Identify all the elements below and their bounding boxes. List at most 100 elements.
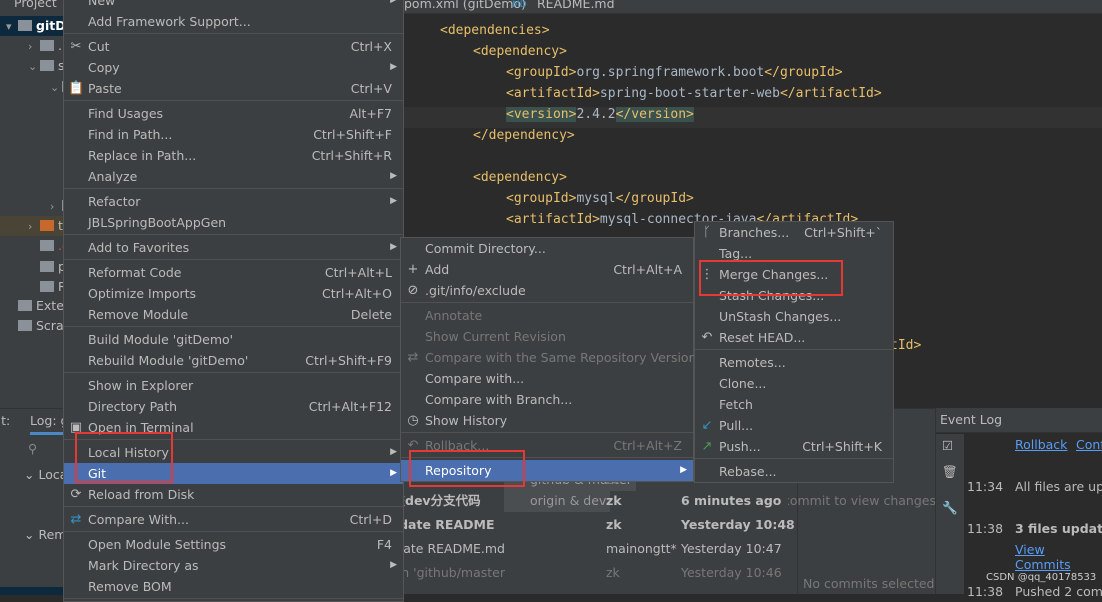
menu-item-cut[interactable]: ✂ Cut Ctrl+X xyxy=(64,36,403,57)
menu-item-commit-directory[interactable]: Commit Directory... xyxy=(401,238,693,259)
chevron-icon[interactable]: ▾ xyxy=(6,17,18,37)
menu-item-add-framework-support[interactable]: Add Framework Support... xyxy=(64,11,403,32)
menu-item-optimize-imports[interactable]: Optimize Imports Ctrl+Alt+O xyxy=(64,283,403,304)
menu-item-pull[interactable]: ↙ Pull... xyxy=(695,415,893,436)
folder-icon xyxy=(40,220,54,231)
menu-item-reload-from-disk[interactable]: ⟳ Reload from Disk xyxy=(64,484,403,505)
menu-item-label: Compare With... xyxy=(88,512,189,527)
menu-item-compare-with[interactable]: ⇄ Compare With... Ctrl+D xyxy=(64,509,403,530)
menu-item-label: Directory Path xyxy=(88,399,178,414)
menu-item-fetch[interactable]: Fetch xyxy=(695,394,893,415)
menu-item-label: Remove Module xyxy=(88,307,189,322)
menu-item-remotes[interactable]: Remotes... xyxy=(695,352,893,373)
submenu-arrow-icon: ▶ xyxy=(390,242,397,252)
xml-text: 2.4.2 xyxy=(576,107,616,122)
menu-item-reset-head[interactable]: ↶ Reset HEAD... xyxy=(695,327,893,348)
log-row[interactable]: Update README.md mainongtt* Yesterday 10:4… xyxy=(380,538,790,560)
menu-item-label: Optimize Imports xyxy=(88,286,197,301)
menu-item-push[interactable]: ↗ Push... Ctrl+Shift+K xyxy=(695,436,893,457)
configure-link[interactable]: Configure xyxy=(1076,437,1102,452)
menu-item-paste[interactable]: 📋 Paste Ctrl+V xyxy=(64,78,403,99)
log-row[interactable]: Update README zk Yesterday 10:48 xyxy=(380,514,795,536)
menu-item-compare-with-branch[interactable]: Compare with Branch... xyxy=(401,389,693,410)
xml-open-tag: <artifactId> xyxy=(506,212,600,227)
menu-item-shortcut: Ctrl+Alt+A xyxy=(613,262,682,277)
tool-window-title: Git: xyxy=(0,413,11,428)
menu-item-new[interactable]: New ▶ xyxy=(64,0,403,11)
menu-item-show-history[interactable]: ◷ Show History xyxy=(401,410,693,431)
chevron-icon[interactable]: › xyxy=(28,37,40,57)
code-line: <groupId>org.springframework.boot</group… xyxy=(506,65,843,80)
exclude-file-icon: ⊘ xyxy=(407,283,419,298)
menu-item-refactor[interactable]: Refactor ▶ xyxy=(64,191,403,212)
menu-item-show-in-explorer[interactable]: Show in Explorer xyxy=(64,375,403,396)
wrench-icon[interactable]: 🔧 xyxy=(942,500,958,516)
menu-item-copy[interactable]: Copy ▶ xyxy=(64,57,403,78)
menu-item-remove-module[interactable]: Remove Module Delete xyxy=(64,304,403,325)
menu-item-analyze[interactable]: Analyze ▶ xyxy=(64,166,403,187)
commit-author: zk xyxy=(606,517,622,532)
submenu-arrow-icon: ▶ xyxy=(390,62,397,72)
menu-item-find-in-path[interactable]: Find in Path... Ctrl+Shift+F xyxy=(64,124,403,145)
view-commits-link[interactable]: View Commits xyxy=(1015,542,1102,572)
menu-item-open-module-settings[interactable]: Open Module Settings F4 xyxy=(64,534,403,555)
highlight-box-merge-changes xyxy=(699,260,843,296)
menu-item-jblspringbootappgen[interactable]: JBLSpringBootAppGen xyxy=(64,212,403,233)
log-row[interactable]: Merge remote-tracking branch 'github/mas… xyxy=(380,562,790,584)
folder-icon xyxy=(40,281,54,292)
menu-item-shortcut: Ctrl+V xyxy=(350,81,392,96)
folder-icon xyxy=(18,300,32,311)
tab-pom-xml[interactable]: pom.xml (gitDemo) xyxy=(404,0,526,11)
rollback-link[interactable]: Rollback xyxy=(1015,437,1067,452)
menu-item-git-info-exclude[interactable]: ⊘ .git/info/exclude xyxy=(401,280,693,301)
menu-item-add-to-favorites[interactable]: Add to Favorites ▶ xyxy=(64,237,403,258)
menu-item-build-module-gitdemo[interactable]: Build Module 'gitDemo' xyxy=(64,329,403,350)
log-row[interactable]: 提交dev分支代码 origin & dev zk 6 minutes ago xyxy=(380,490,790,512)
menu-item-label: Refactor xyxy=(88,194,141,209)
xml-close-tag: </groupId> xyxy=(764,65,843,80)
menu-item-reformat-code[interactable]: Reformat Code Ctrl+Alt+L xyxy=(64,262,403,283)
menu-item-branches[interactable]: ᚴ Branches... Ctrl+Shift+` xyxy=(695,222,893,243)
menu-item-label: Annotate xyxy=(425,308,483,323)
tab-readme[interactable]: README.md xyxy=(537,0,615,11)
chevron-icon[interactable]: › xyxy=(28,217,40,237)
folder-icon xyxy=(40,60,54,71)
menu-item-compare-with-the-same-repository-version[interactable]: ⇄ Compare with the Same Repository Versio… xyxy=(401,347,697,368)
search-icon[interactable]: ⚲ xyxy=(28,441,37,456)
mark-read-icon[interactable]: ☑ xyxy=(942,438,953,453)
menu-item-unstash-changes[interactable]: UnStash Changes... xyxy=(695,306,893,327)
menu-item-find-usages[interactable]: Find Usages Alt+F7 xyxy=(64,103,403,124)
menu-item-shortcut: Ctrl+Shift+` xyxy=(804,225,882,240)
chevron-icon[interactable]: ⌄ xyxy=(28,57,40,77)
trash-icon[interactable]: 🗑 xyxy=(942,464,958,480)
menu-item-label: Analyze xyxy=(88,169,138,184)
chevron-icon[interactable]: ⌄ xyxy=(50,78,62,98)
menu-item-clone[interactable]: Clone... xyxy=(695,373,893,394)
project-panel-title: Project xyxy=(14,0,57,10)
code-line: <version>2.4.2</version> xyxy=(506,107,694,122)
menu-item-label: New xyxy=(88,0,116,8)
branch-icon: ᚴ xyxy=(703,225,711,240)
chevron-icon[interactable]: › xyxy=(50,197,62,217)
folder-icon xyxy=(40,261,54,272)
menu-item-rebuild-module-gitdemo[interactable]: Rebuild Module 'gitDemo' Ctrl+Shift+F9 xyxy=(64,350,403,371)
menu-item-replace-in-path[interactable]: Replace in Path... Ctrl+Shift+R xyxy=(64,145,403,166)
folder-icon xyxy=(40,240,54,251)
event-log-panel: Event Log ☑ 🗑 🔧 Rollback Configure 11:34… xyxy=(935,408,1102,599)
code-fragment: tId> xyxy=(890,338,922,353)
menu-item-shortcut: Ctrl+Shift+F xyxy=(313,127,392,142)
menu-item-add[interactable]: + Add Ctrl+Alt+A xyxy=(401,259,693,280)
menu-item-show-current-revision[interactable]: Show Current Revision xyxy=(401,326,693,347)
menu-item-directory-path[interactable]: Directory Path Ctrl+Alt+F12 xyxy=(64,396,403,417)
menu-item-shortcut: Ctrl+Shift+K xyxy=(802,439,882,454)
menu-item-compare-with[interactable]: Compare with... xyxy=(401,368,693,389)
menu-item-mark-directory-as[interactable]: Mark Directory as ▶ xyxy=(64,555,403,576)
commit-date: 6 minutes ago xyxy=(681,493,782,508)
menu-item-rebase[interactable]: Rebase... xyxy=(695,461,893,482)
menu-item-label: Replace in Path... xyxy=(88,148,197,163)
xml-tag: <dependencies> xyxy=(440,23,550,38)
menu-item-annotate[interactable]: Annotate xyxy=(401,305,693,326)
commit-author: mainongtt* xyxy=(606,541,677,556)
menu-item-label: JBLSpringBootAppGen xyxy=(88,215,227,230)
event-time: 11:38 xyxy=(967,584,1004,599)
